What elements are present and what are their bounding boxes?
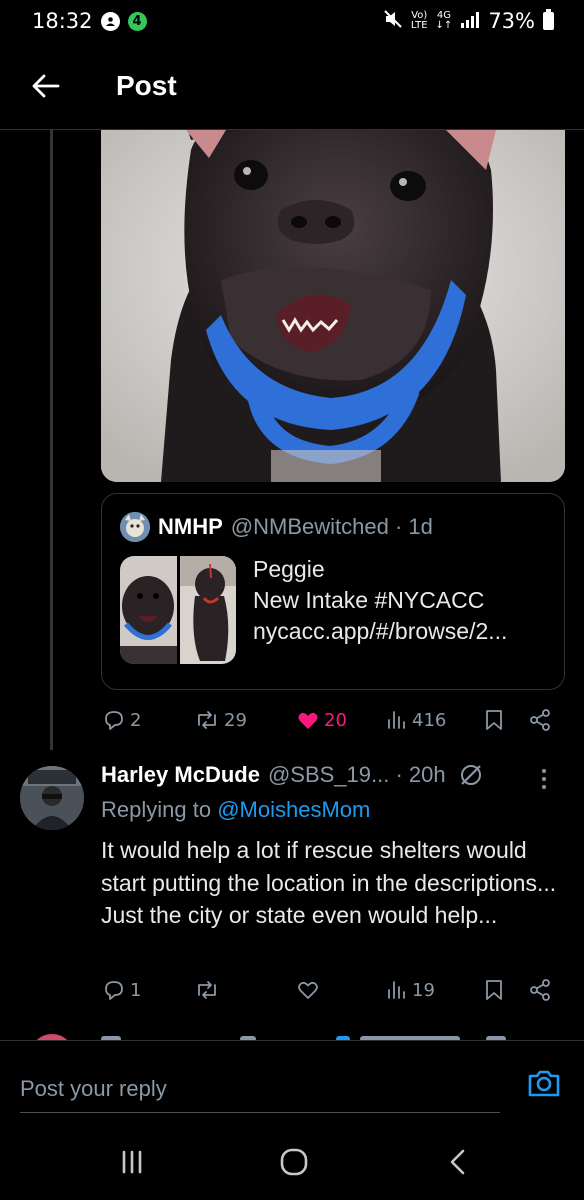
reply-action-bar: 1 19 bbox=[100, 975, 562, 1005]
reply-repost-button[interactable] bbox=[194, 975, 224, 1005]
mute-icon bbox=[383, 9, 403, 34]
views-icon bbox=[388, 981, 405, 999]
quoted-author-name[interactable]: NMHP bbox=[158, 514, 223, 540]
quoted-author-avatar[interactable] bbox=[120, 512, 150, 542]
back-button[interactable] bbox=[16, 56, 76, 116]
reply-share-button[interactable] bbox=[528, 975, 552, 1005]
replying-to-line: Replying to @MoishesMom bbox=[101, 797, 370, 823]
views-button[interactable]: 416 bbox=[386, 705, 446, 735]
network-gen-bottom: ↓↑ bbox=[435, 20, 453, 31]
quoted-thumb-2 bbox=[180, 556, 236, 664]
page-title: Post bbox=[116, 69, 177, 101]
reply-views-button[interactable]: 19 bbox=[386, 975, 435, 1005]
reply-bookmark-button[interactable] bbox=[484, 975, 504, 1005]
views-count: 416 bbox=[412, 709, 447, 731]
quoted-post-header: NMHP @NMBewitched · 1d bbox=[120, 512, 433, 542]
quoted-text-line-1: Peggie bbox=[253, 556, 325, 582]
reply-text: It would help a lot if rescue shelters w… bbox=[101, 837, 557, 928]
reply-button[interactable]: 2 bbox=[102, 705, 141, 735]
status-bar: 18:32 4 Vo) LTE 4G ↓↑ 73% bbox=[0, 0, 584, 42]
more-options-button[interactable] bbox=[534, 764, 554, 794]
reply-reply-button[interactable]: 1 bbox=[102, 975, 141, 1005]
quoted-thumb-1 bbox=[120, 556, 177, 664]
back-nav-icon bbox=[450, 1149, 465, 1175]
home-button[interactable] bbox=[264, 1142, 324, 1182]
network-gen-indicator: 4G ↓↑ bbox=[436, 11, 453, 31]
repost-button[interactable]: 29 bbox=[194, 705, 247, 735]
views-icon bbox=[388, 711, 405, 729]
repost-count: 29 bbox=[224, 709, 247, 731]
quoted-media-thumbnails[interactable] bbox=[120, 556, 236, 664]
camera-button[interactable] bbox=[526, 1065, 562, 1101]
quoted-post-card[interactable]: NMHP @NMBewitched · 1d Peggie New Intake… bbox=[101, 493, 565, 690]
quoted-post-text: Peggie New Intake #NYCACC nycacc.app/#/b… bbox=[253, 554, 507, 647]
like-button[interactable]: 20 bbox=[296, 705, 347, 735]
quoted-author-handle-time: @NMBewitched · 1d bbox=[230, 514, 433, 539]
reply-count: 2 bbox=[130, 709, 142, 731]
reply-composer bbox=[0, 1040, 584, 1122]
post-action-bar: 2 29 20 416 bbox=[100, 705, 562, 735]
quoted-text-line-3: nycacc.app/#/browse/2... bbox=[253, 618, 508, 644]
grok-icon[interactable] bbox=[458, 762, 484, 788]
thread-connector-line bbox=[50, 130, 53, 750]
notification-count-badge: 4 bbox=[127, 11, 147, 31]
battery-icon bbox=[543, 9, 554, 30]
reply-reply-count: 1 bbox=[130, 979, 142, 1001]
quoted-text-line-2: New Intake #NYCACC bbox=[253, 587, 485, 613]
dog-photo bbox=[101, 130, 565, 482]
replying-prefix: Replying to bbox=[101, 797, 218, 822]
post-media-image[interactable] bbox=[101, 130, 565, 482]
like-count: 20 bbox=[324, 709, 347, 731]
status-right: Vo) LTE 4G ↓↑ 73% bbox=[383, 9, 554, 34]
share-icon bbox=[530, 709, 550, 731]
bookmark-icon bbox=[486, 710, 502, 730]
recents-button[interactable] bbox=[102, 1142, 162, 1182]
heart-icon bbox=[298, 981, 318, 999]
volte-indicator: Vo) LTE bbox=[411, 11, 428, 31]
reply-views-count: 19 bbox=[412, 979, 435, 1001]
recents-icon bbox=[122, 1150, 142, 1174]
system-back-button[interactable] bbox=[428, 1142, 488, 1182]
repost-icon bbox=[198, 981, 216, 999]
share-button[interactable] bbox=[528, 705, 552, 735]
battery-percent: 73% bbox=[488, 9, 535, 33]
account-status-icon bbox=[100, 11, 120, 31]
reply-author-avatar[interactable] bbox=[20, 766, 84, 830]
bookmark-button[interactable] bbox=[484, 705, 504, 735]
replying-to-mention[interactable]: @MoishesMom bbox=[217, 797, 370, 822]
status-left: 18:32 4 bbox=[32, 9, 147, 33]
reply-icon bbox=[105, 711, 123, 730]
status-time: 18:32 bbox=[32, 9, 93, 33]
share-icon bbox=[530, 979, 550, 1001]
volte-bottom: LTE bbox=[410, 20, 428, 31]
reply-like-button[interactable] bbox=[296, 975, 324, 1005]
heart-icon bbox=[298, 712, 318, 729]
back-arrow-icon bbox=[32, 74, 60, 97]
reply-input[interactable] bbox=[20, 1055, 500, 1113]
reply-icon bbox=[105, 981, 123, 1000]
reply-author-handle-time: @SBS_19... · 20h bbox=[267, 762, 446, 787]
camera-icon bbox=[528, 1070, 560, 1097]
bookmark-icon bbox=[486, 980, 502, 1000]
signal-icon bbox=[460, 9, 480, 33]
repost-icon bbox=[198, 711, 216, 729]
home-icon bbox=[280, 1148, 308, 1176]
top-header: Post bbox=[0, 42, 584, 130]
reply-author-name[interactable]: Harley McDude bbox=[101, 762, 260, 788]
system-navigation-bar bbox=[0, 1122, 584, 1200]
reply-header: Harley McDude @SBS_19... · 20h bbox=[101, 762, 484, 788]
